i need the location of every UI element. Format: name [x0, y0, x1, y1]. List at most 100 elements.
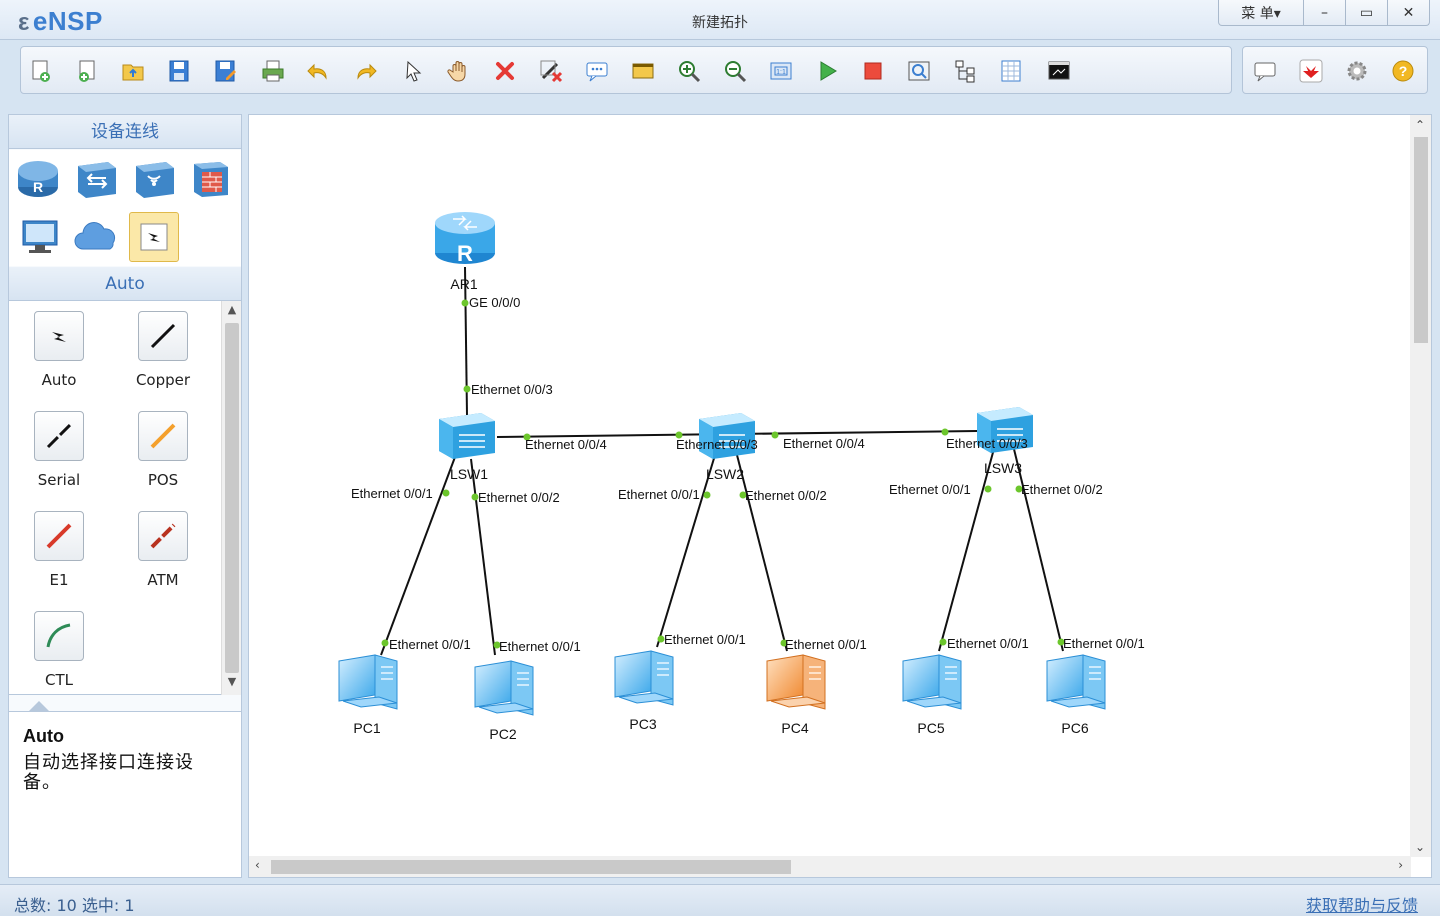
- device-pc2[interactable]: PC2: [474, 660, 534, 742]
- device-pc1[interactable]: PC1: [338, 654, 398, 736]
- text-button[interactable]: [583, 57, 611, 85]
- scroll-up-icon[interactable]: ⌃: [1415, 118, 1425, 132]
- device-ar1[interactable]: R AR1: [435, 212, 495, 292]
- pc-icon: [338, 654, 376, 702]
- settings-button[interactable]: [1343, 57, 1371, 85]
- link-lsw1-pc2[interactable]: [470, 458, 496, 656]
- device-label: PC1: [353, 720, 380, 736]
- new-topology-button[interactable]: [27, 57, 55, 85]
- device-pc[interactable]: [15, 212, 65, 262]
- grid-icon: [1001, 60, 1021, 82]
- undo-button[interactable]: [305, 57, 333, 85]
- cable-label: CTL: [45, 671, 73, 689]
- scroll-thumb[interactable]: [225, 323, 239, 673]
- device-pc4[interactable]: PC4: [766, 654, 826, 736]
- start-device-button[interactable]: [813, 57, 841, 85]
- device-pc3[interactable]: PC3: [614, 650, 674, 732]
- maximize-button[interactable]: ▭: [1345, 0, 1387, 25]
- grid-button[interactable]: [997, 57, 1025, 85]
- device-cloud[interactable]: [71, 212, 121, 262]
- cable-auto[interactable]: Auto: [9, 301, 109, 397]
- console-button[interactable]: [1045, 57, 1073, 85]
- topology-canvas[interactable]: R AR1 LSW1 LSW2 LSW3 PC1 PC2 PC3 PC4 PC5…: [248, 114, 1432, 878]
- cable-pos[interactable]: POS: [113, 401, 213, 497]
- cable-ctl[interactable]: CTL: [9, 601, 109, 697]
- pc-icon: [474, 660, 512, 708]
- cloud-icon: [74, 222, 116, 250]
- cable-category-label: Auto: [9, 267, 241, 301]
- scroll-down-icon[interactable]: ⌄: [1415, 840, 1425, 854]
- pos-cable-icon: [138, 411, 188, 461]
- fit-view-button[interactable]: 1:1: [767, 57, 795, 85]
- scroll-down-icon[interactable]: ▼: [222, 675, 242, 693]
- help-icon: ?: [1392, 60, 1414, 82]
- port-dot: [463, 385, 471, 393]
- capture-button[interactable]: [905, 57, 933, 85]
- scroll-right-icon[interactable]: ›: [1398, 858, 1403, 872]
- scroll-up-icon[interactable]: ▲: [222, 303, 242, 321]
- delete-link-button[interactable]: [537, 57, 565, 85]
- topology-button[interactable]: [951, 57, 979, 85]
- window-controls: 菜 单▾ – ▭ ✕: [1218, 0, 1430, 26]
- minimize-button[interactable]: –: [1303, 0, 1345, 25]
- huawei-button[interactable]: [1297, 57, 1325, 85]
- delete-button[interactable]: [491, 57, 519, 85]
- open-button[interactable]: [119, 57, 147, 85]
- print-button[interactable]: [259, 57, 287, 85]
- redo-button[interactable]: [351, 57, 379, 85]
- fit-view-icon: 1:1: [770, 62, 792, 80]
- main-menu-button[interactable]: 菜 单▾: [1219, 0, 1303, 25]
- device-label: PC2: [489, 726, 516, 742]
- chat-icon: [1254, 62, 1276, 82]
- canvas-horizontal-scrollbar[interactable]: ‹ ›: [249, 856, 1411, 877]
- device-firewall[interactable]: [185, 154, 235, 204]
- device-wlan[interactable]: [129, 154, 179, 204]
- cable-copper[interactable]: Copper: [113, 301, 213, 397]
- port-dot: [939, 638, 947, 646]
- save-button[interactable]: [165, 57, 193, 85]
- save-as-icon: [215, 60, 236, 82]
- selection-status: 总数: 10 选中: 1: [14, 896, 135, 915]
- save-icon: [169, 60, 189, 82]
- console-icon: [1048, 61, 1070, 80]
- link-lsw2-pc4[interactable]: [736, 454, 788, 652]
- stop-device-button[interactable]: [859, 57, 887, 85]
- new-example-button[interactable]: [73, 57, 101, 85]
- capture-icon: [908, 61, 930, 81]
- cable-serial[interactable]: Serial: [9, 401, 109, 497]
- hand-icon: [447, 61, 466, 82]
- link-lsw2-pc3[interactable]: [656, 454, 716, 648]
- select-button[interactable]: [399, 57, 427, 85]
- topology-diagram[interactable]: R AR1 LSW1 LSW2 LSW3 PC1 PC2 PC3 PC4 PC5…: [249, 115, 1411, 857]
- scroll-left-icon[interactable]: ‹: [255, 858, 260, 872]
- scroll-thumb[interactable]: [1414, 137, 1428, 343]
- device-auto-cable[interactable]: [129, 212, 179, 262]
- close-button[interactable]: ✕: [1387, 0, 1429, 25]
- zoom-in-button[interactable]: [675, 57, 703, 85]
- scroll-thumb[interactable]: [271, 860, 791, 874]
- cable-e1[interactable]: E1: [9, 501, 109, 597]
- canvas-vertical-scrollbar[interactable]: ⌃ ⌄: [1410, 115, 1431, 857]
- device-router[interactable]: R: [13, 154, 63, 204]
- device-pc5[interactable]: PC5: [902, 654, 962, 736]
- save-as-button[interactable]: [211, 57, 239, 85]
- cable-list-scrollbar[interactable]: ▲ ▼: [221, 301, 241, 695]
- device-switch[interactable]: [71, 154, 121, 204]
- palette-button[interactable]: [629, 57, 657, 85]
- interface-label: Ethernet 0/0/4: [525, 437, 607, 452]
- pc-icon: [614, 650, 652, 698]
- zoom-out-button[interactable]: [721, 57, 749, 85]
- cable-atm[interactable]: ATM: [113, 501, 213, 597]
- interface-label: Ethernet 0/0/1: [889, 482, 971, 497]
- pc-terminal-icon: [22, 220, 58, 253]
- device-pc6[interactable]: PC6: [1046, 654, 1106, 736]
- pan-button[interactable]: [445, 57, 473, 85]
- interface-label: Ethernet 0/0/3: [676, 437, 758, 452]
- help-feedback-link[interactable]: 获取帮助与反馈: [1306, 892, 1418, 916]
- device-label: PC3: [629, 716, 656, 732]
- chat-button[interactable]: [1251, 57, 1279, 85]
- device-lsw1[interactable]: LSW1: [439, 413, 495, 482]
- cable-label: Auto: [41, 371, 77, 389]
- device-label: LSW2: [706, 466, 744, 482]
- help-button[interactable]: ?: [1389, 57, 1417, 85]
